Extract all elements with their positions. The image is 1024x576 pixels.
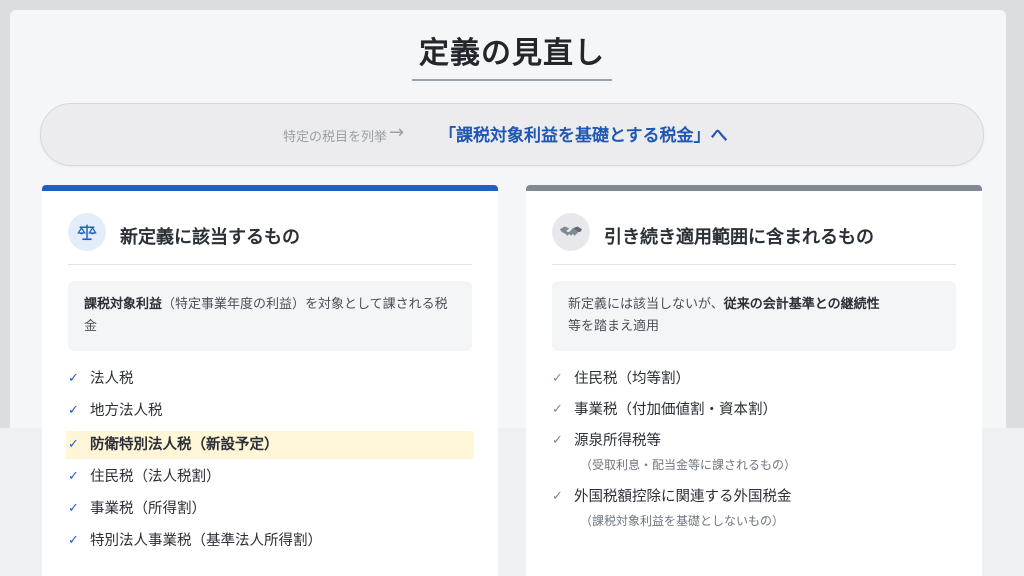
list-item-label: 源泉所得税等: [574, 433, 661, 449]
scope-description: 新定義には該当しないが、従来の会計基準との継続性等を踏まえ適用: [552, 281, 956, 351]
continued-scope-card: 引き続き適用範囲に含まれるもの 新定義には該当しないが、従来の会計基準との継続性…: [526, 185, 982, 576]
new-definition-card: 新定義に該当するもの 課税対象利益（特定事業年度の利益）を対象として課される税金…: [42, 185, 498, 576]
list-item: ✓ 住民税（均等割）: [550, 367, 958, 398]
handshake-icon: [552, 213, 590, 251]
desc-bold: 従来の会計基準との継続性: [723, 297, 880, 312]
check-icon: ✓: [68, 533, 79, 548]
card-heading: 新定義に該当するもの: [120, 227, 300, 248]
divider: [68, 264, 472, 265]
check-icon: ✓: [552, 371, 563, 386]
list-item-label: 防衛特別法人税（新設予定）: [90, 437, 279, 453]
desc-text: 新定義には該当しないが、: [568, 297, 724, 312]
check-icon: ✓: [552, 402, 563, 417]
page-title: 定義の見直し: [419, 36, 605, 71]
check-icon: ✓: [68, 403, 79, 418]
list-item: ✓ 外国税額控除に関連する外国税金 （課税対象利益を基礎としないもの）: [550, 485, 958, 541]
card-accent-bar: [526, 185, 982, 191]
list-item: ✓ 地方法人税: [66, 399, 474, 431]
list-item-label: 事業税（付加価値割・資本割）: [574, 402, 777, 418]
desc-bold: 課税対象利益: [84, 297, 163, 312]
list-item: ✓ 事業税（所得割）: [66, 497, 474, 529]
card-heading: 引き続き適用範囲に含まれるもの: [604, 227, 874, 248]
definition-banner: 特定の税目を列挙 → 「課税対象利益を基礎とする税金」へ: [40, 103, 984, 166]
list-item-label: 外国税額控除に関連する外国税金: [574, 489, 792, 505]
check-icon: ✓: [552, 433, 563, 448]
desc-text: 等を踏まえ適用: [568, 319, 660, 334]
check-icon: ✓: [68, 501, 79, 516]
scale-icon: [68, 213, 106, 251]
list-item-label: 地方法人税: [90, 403, 163, 419]
title-underline: [412, 79, 612, 81]
definition-description: 課税対象利益（特定事業年度の利益）を対象として課される税金: [68, 281, 472, 351]
list-item-highlighted: ✓ 防衛特別法人税（新設予定）: [66, 431, 474, 459]
list-item: ✓ 住民税（法人税割）: [66, 465, 474, 497]
list-item-label: 住民税（均等割）: [574, 371, 690, 387]
banner-new-definition: 「課税対象利益を基礎とする税金」へ: [439, 126, 728, 146]
list-item-note: （受取利息・配当金等に課されるもの）: [580, 458, 797, 472]
arrow-right-icon: →: [389, 122, 405, 143]
list-item-label: 特別法人事業税（基準法人所得割）: [90, 533, 322, 549]
list-item: ✓ 源泉所得税等 （受取利息・配当金等に課されるもの）: [550, 429, 958, 485]
check-icon: ✓: [552, 489, 563, 504]
list-item-label: 住民税（法人税割）: [90, 469, 221, 485]
list-item-label: 事業税（所得割）: [90, 501, 206, 517]
list-item: ✓ 特別法人事業税（基準法人所得割）: [66, 529, 474, 561]
list-item: ✓ 事業税（付加価値割・資本割）: [550, 398, 958, 429]
tax-list: ✓ 住民税（均等割） ✓ 事業税（付加価値割・資本割） ✓ 源泉所得税等 （受取利息・配…: [550, 367, 958, 541]
check-icon: ✓: [68, 371, 79, 386]
list-item-label: 法人税: [90, 371, 134, 387]
list-item: ✓ 法人税: [66, 367, 474, 399]
banner-old-definition: 特定の税目を列挙: [283, 130, 388, 145]
divider: [552, 264, 956, 265]
tax-list: ✓ 法人税 ✓ 地方法人税 ✓ 防衛特別法人税（新設予定） ✓ 住民税（法人税割） ✓ 事…: [66, 367, 474, 561]
check-icon: ✓: [68, 469, 79, 484]
check-icon: ✓: [68, 437, 79, 452]
list-item-note: （課税対象利益を基礎としないもの）: [580, 514, 785, 528]
card-accent-bar: [42, 185, 498, 191]
